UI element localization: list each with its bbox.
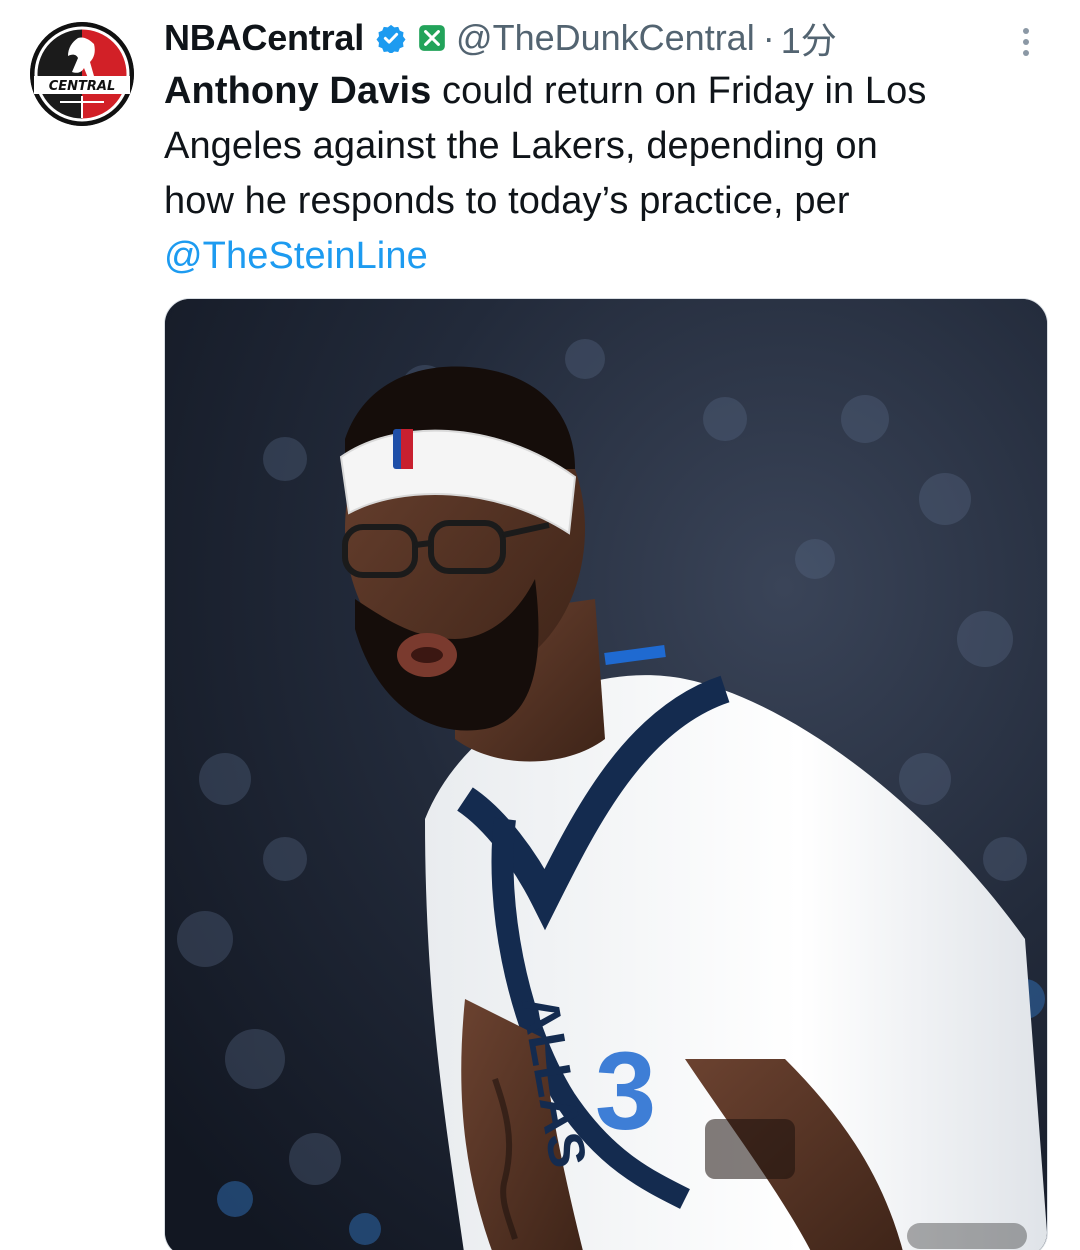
timestamp[interactable]: 1分: [781, 12, 837, 64]
tweet-line-3: how he responds to today’s practice, per: [164, 180, 850, 222]
tweet-photo[interactable]: ALLAS 3: [164, 298, 1048, 1250]
bold-name: Anthony Davis: [164, 70, 432, 112]
player-photo: ALLAS 3: [165, 299, 1047, 1250]
avatar[interactable]: CENTRAL: [30, 22, 134, 126]
tweet-card: CENTRAL NBACentral @TheDunkCentral · 1分 …: [0, 0, 1080, 1250]
tweet-line-1: Anthony Davis could return on Friday in …: [164, 64, 1044, 119]
jersey-number: 3: [595, 1030, 656, 1153]
tweet-line-2: Angeles against the Lakers, depending on: [164, 125, 878, 167]
avatar-logo-text: CENTRAL: [49, 79, 116, 94]
more-options-icon[interactable]: [1016, 24, 1036, 60]
watermark: [907, 1223, 1027, 1249]
tweet-line-1-rest: could return on Friday in Los: [431, 70, 927, 112]
x-logo-icon: [418, 24, 446, 52]
separator-dot: ·: [762, 17, 775, 58]
author-handle[interactable]: @TheDunkCentral: [456, 17, 755, 59]
nba-central-logo: CENTRAL: [30, 22, 134, 126]
display-name[interactable]: NBACentral: [164, 17, 364, 59]
tweet-header: NBACentral @TheDunkCentral · 1分: [164, 14, 837, 62]
mention-link[interactable]: @TheSteinLine: [164, 235, 428, 277]
tweet-text: Anthony Davis could return on Friday in …: [164, 64, 1044, 284]
verified-badge-icon: [376, 23, 406, 53]
